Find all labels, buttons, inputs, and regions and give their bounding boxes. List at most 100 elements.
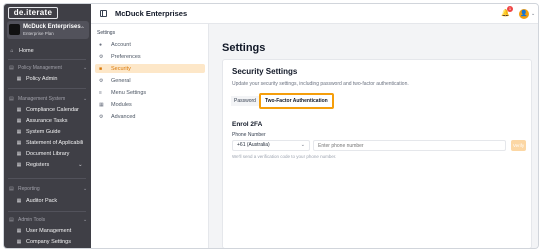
sidebar-item-system-guide[interactable]: ▦ System Guide [16,127,61,136]
sidebar-item-label: User Management [26,227,72,234]
user-icon: ● [99,41,103,48]
tab-password[interactable]: Password [231,96,259,106]
verification-hint: We'll send a verification code to your p… [232,154,337,159]
settings-nav-preferences[interactable]: ⚙ Preferences [95,52,205,61]
section-label: Reporting [18,186,40,192]
sidebar-item-statement-of-applicability[interactable]: ▦ Statement of Applicabili [16,138,84,147]
statement-icon: ▦ [16,139,22,146]
settings-nav-label: Account [111,41,131,48]
gear-icon: ⚙ [99,77,104,84]
sidebar-item-user-management[interactable]: ▦ User Management [16,226,72,235]
section-policy-management[interactable]: ▤ Policy Management ⌄ [9,65,87,71]
card-description: Update your security settings, including… [232,81,409,87]
sidebar-item-label: Auditor Pack [26,197,58,204]
security-tabs: Password Two-Factor Authentication [231,93,334,109]
card-title: Security Settings [232,67,298,76]
tasks-icon: ▦ [16,117,22,124]
phone-label: Phone Number [232,132,266,138]
chevron-down-icon: ⌄ [83,96,88,102]
country-code-value: +61 (Australia) [237,142,270,148]
user-icon: 👤 [520,11,528,17]
sidebar-item-auditor-pack[interactable]: ▦ Auditor Pack [16,196,58,205]
sidebar-item-policy-admin[interactable]: ▦ Policy Admin [16,74,58,83]
policy-icon: ▤ [9,65,14,71]
chevron-down-icon: ⌄ [78,161,83,168]
guide-icon: ▦ [16,128,22,135]
registers-icon: ▦ [16,161,22,168]
home-icon: ⌂ [10,47,14,54]
settings-nav-modules[interactable]: ▦ Modules [95,100,205,109]
sidebar-item-label: Compliance Calendar [26,106,79,113]
chevron-down-icon: ⌄ [300,142,305,148]
country-code-select[interactable]: +61 (Australia) ⌄ [232,140,310,151]
library-icon: ▦ [16,150,22,157]
verify-button[interactable]: Verify [511,140,526,151]
section-label: Admin Tools [18,217,46,223]
settings-nav-label: Security [111,65,131,72]
sidebar-item-company-settings[interactable]: ▦ Company Settings [16,237,71,246]
sidebar-item-home[interactable]: ⌂ Home [9,46,33,55]
lock-icon: ■ [99,65,103,72]
settings-nav-account[interactable]: ● Account [95,40,205,49]
settings-nav-label: Modules [111,101,132,108]
org-name: McDuck Enterprises [23,24,81,30]
sidebar-toggle-icon[interactable] [100,10,107,17]
tab-two-factor[interactable]: Two-Factor Authentication [258,93,334,109]
org-plan: Enterprise Plan [23,31,54,36]
chevron-down-icon[interactable]: ⌄ [531,11,535,17]
settings-nav-label: Preferences [111,53,141,60]
page-title: Settings [222,42,266,54]
grid-icon: ▦ [99,101,104,108]
phone-input[interactable] [313,140,506,151]
header-title: McDuck Enterprises [115,9,188,18]
settings-nav-label: Advanced [111,113,136,120]
chevron-updown-icon: ⌃ [79,27,85,33]
management-icon: ▤ [9,96,14,102]
document-icon: ▦ [16,75,22,82]
admin-icon: ▤ [9,217,14,223]
section-label: Management System [18,96,66,102]
settings-nav-general[interactable]: ⚙ General [95,76,205,85]
chevron-down-icon: ⌄ [83,217,88,223]
sidebar-divider [8,88,86,89]
app-window: de.iterate McDuck Enterprises Enterprise… [3,3,539,249]
building-icon: ▦ [16,238,22,245]
sidebar-item-label: Registers [26,161,50,168]
sidebar-item-label: Company Settings [26,238,71,245]
notification-badge: 1 [507,6,513,12]
enrol-title: Enrol 2FA [232,121,263,128]
gear-icon: ⚙ [99,113,104,120]
sidebar-divider [8,211,86,212]
settings-nav-label: Menu Settings [111,89,147,96]
section-label: Policy Management [18,65,62,71]
sidebar-item-label: Document Library [26,150,70,157]
section-admin-tools[interactable]: ▤ Admin Tools ⌄ [9,217,87,223]
org-switcher[interactable]: McDuck Enterprises Enterprise Plan ⌃ [7,21,89,39]
org-avatar [9,24,20,35]
app-logo[interactable]: de.iterate [8,7,58,19]
sidebar-item-compliance-calendar[interactable]: ▦ Compliance Calendar [16,105,79,114]
sidebar-divider [8,178,86,179]
sidebar-item-label: Statement of Applicabili [26,139,84,146]
security-settings-card: Security Settings Update your security s… [222,59,532,248]
avatar[interactable]: 👤 [519,9,529,19]
sliders-icon: ⚙ [99,53,104,60]
sidebar-item-label: System Guide [26,128,61,135]
pack-icon: ▦ [16,197,22,204]
settings-nav-menu-settings[interactable]: ≡ Menu Settings [95,88,205,97]
chevron-down-icon: ⌄ [83,65,88,71]
users-icon: ▦ [16,227,22,234]
sidebar-item-document-library[interactable]: ▦ Document Library [16,149,70,158]
section-management-system[interactable]: ▤ Management System ⌄ [9,96,87,102]
settings-nav-advanced[interactable]: ⚙ Advanced [95,112,205,121]
sidebar-item-label: Policy Admin [26,75,58,82]
sidebar-item-assurance-tasks[interactable]: ▦ Assurance Tasks [16,116,68,125]
settings-nav-security[interactable]: ■ Security [95,64,205,73]
sidebar-item-registers[interactable]: ▦ Registers ⌄ [16,160,83,169]
settings-nav: Settings ● Account ⚙ Preferences ■ Secur… [91,24,209,248]
section-reporting[interactable]: ▤ Reporting ⌄ [9,186,87,192]
settings-nav-label: General [111,77,131,84]
top-header: McDuck Enterprises 🔔 1 👤 ⌄ [91,4,538,24]
main-content: Settings Security Settings Update your s… [210,24,538,248]
settings-nav-title: Settings [97,30,116,36]
